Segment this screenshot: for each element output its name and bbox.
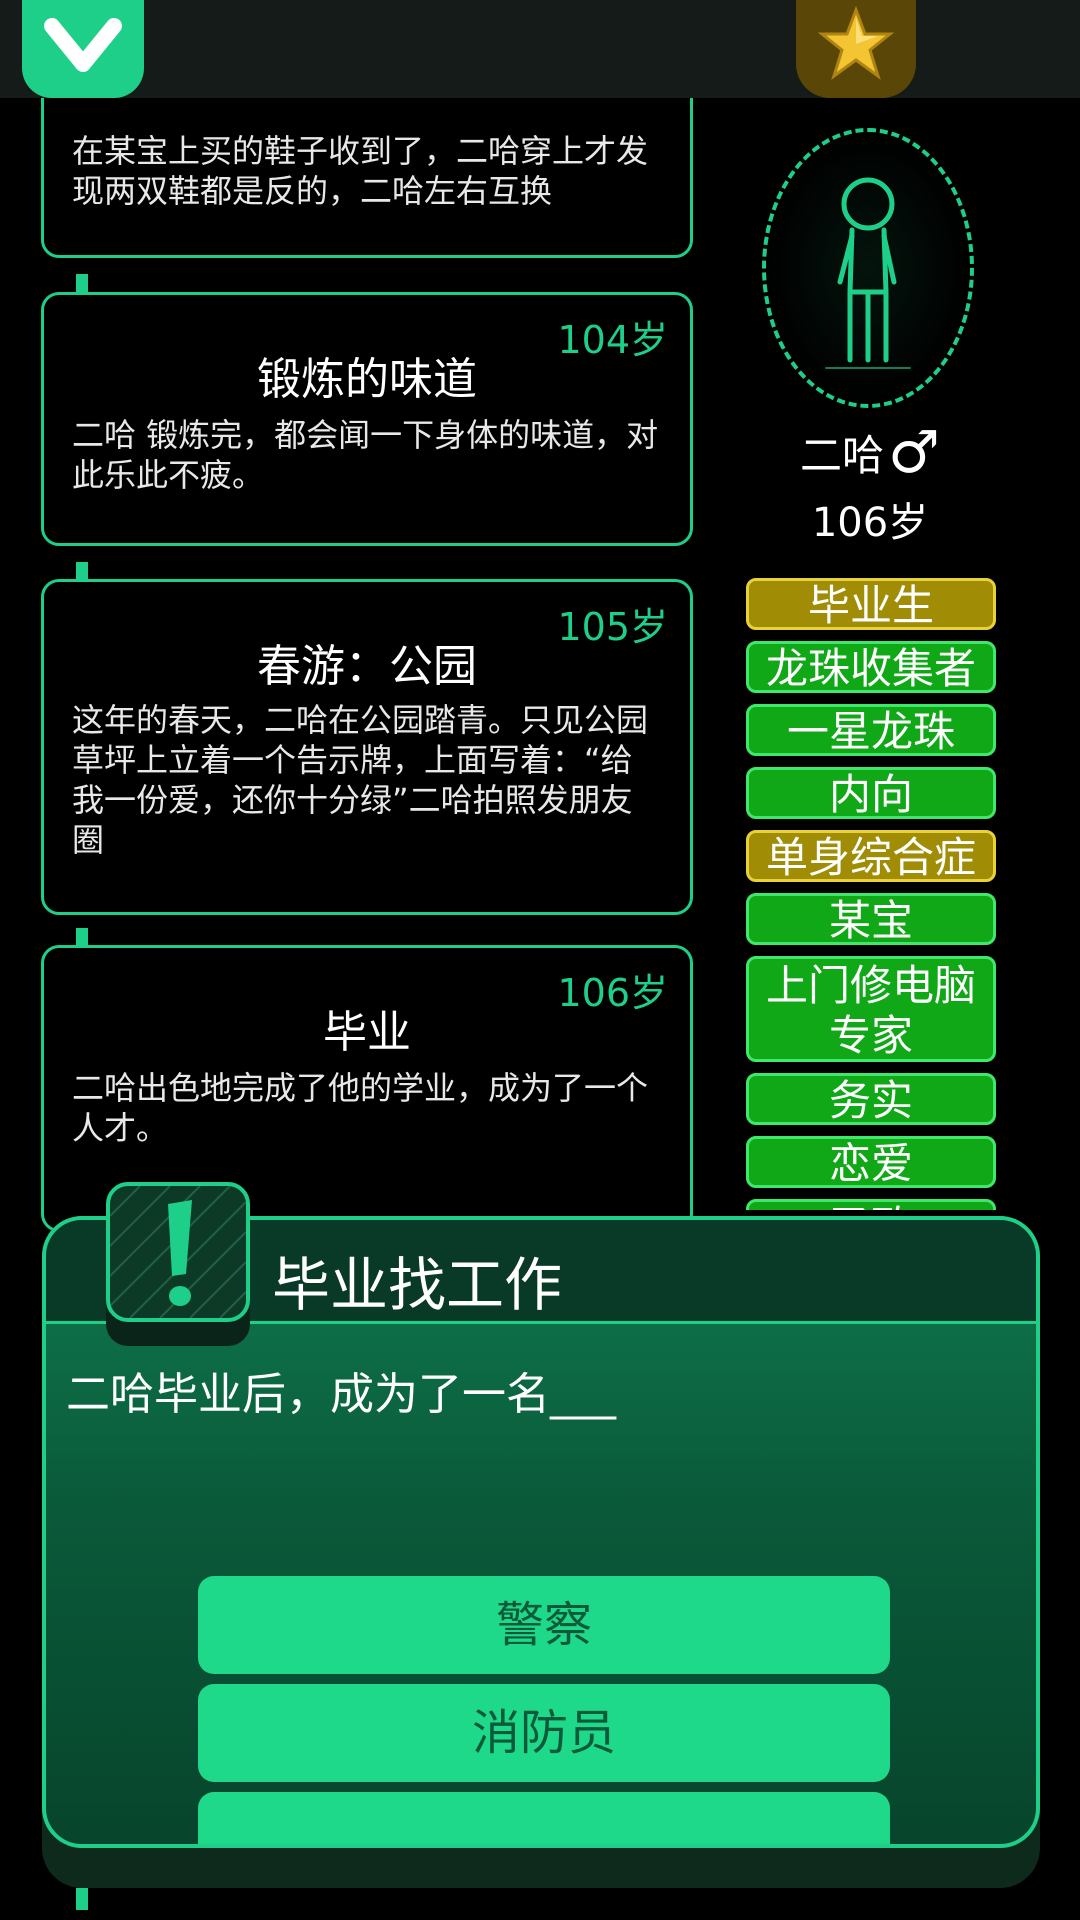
- top-bar: [0, 0, 1080, 98]
- trait-tag[interactable]: 内向: [746, 767, 996, 819]
- trait-tags[interactable]: 毕业生 龙珠收集者 一星龙珠 内向 单身综合症 某宝 上门修电脑专家 务实 恋爱…: [746, 578, 996, 1210]
- chevron-down-icon: [44, 18, 122, 72]
- timeline-connector: [76, 562, 88, 580]
- card-title: 锻炼的味道: [257, 354, 477, 405]
- card-title: 春游：公园: [257, 641, 477, 692]
- trait-tag[interactable]: 圣致: [746, 1199, 996, 1210]
- timeline-card: 105岁 春游：公园 这年的春天，二哈在公园踏青。只见公园草坪上立着一个告示牌，…: [41, 579, 693, 915]
- card-description: 二哈出色地完成了他的学业，成为了一个人才。: [72, 1069, 649, 1147]
- trait-tag[interactable]: 恋爱: [746, 1136, 996, 1188]
- trait-tag[interactable]: 单身综合症: [746, 830, 996, 882]
- event-title: 毕业找工作: [272, 1251, 563, 1319]
- trait-tag[interactable]: 龙珠收集者: [746, 641, 996, 693]
- stick-figure-icon: [825, 177, 911, 369]
- timeline-connector: [76, 274, 88, 292]
- card-description: 在某宝上买的鞋子收到了，二哈穿上才发现两双鞋都是反的，二哈左右互换: [72, 132, 649, 210]
- character-name-row: 二哈 ♂: [800, 418, 1020, 486]
- trait-tag[interactable]: 上门修电脑专家: [746, 956, 996, 1062]
- trait-tag[interactable]: 务实: [746, 1073, 996, 1125]
- timeline-connector: [76, 1888, 88, 1910]
- card-description: 二哈 锻炼完，都会闻一下身体的味道，对此乐此不疲。: [72, 416, 659, 494]
- choice-button[interactable]: 消防员: [198, 1684, 890, 1782]
- alert-badge: [106, 1182, 250, 1322]
- timeline-connector: [76, 928, 88, 946]
- card-description: 这年的春天，二哈在公园踏青。只见公园草坪上立着一个告示牌，上面写着：“给我一份爱…: [72, 701, 649, 859]
- timeline-card: 在某宝上买的鞋子收到了，二哈穿上才发现两双鞋都是反的，二哈左右互换: [41, 98, 693, 258]
- choice-button[interactable]: 警察: [198, 1576, 890, 1674]
- timeline-card: 104岁 锻炼的味道 二哈 锻炼完，都会闻一下身体的味道，对此乐此不疲。: [41, 292, 693, 546]
- trait-tag[interactable]: 毕业生: [746, 578, 996, 630]
- character-avatar[interactable]: [762, 128, 974, 408]
- favorite-button[interactable]: [796, 0, 916, 98]
- event-text: 二哈毕业后，成为了一名___: [66, 1369, 616, 1420]
- star-icon: [818, 6, 894, 80]
- trait-tag[interactable]: 某宝: [746, 893, 996, 945]
- trait-tag[interactable]: 一星龙珠: [746, 704, 996, 756]
- card-title: 毕业: [323, 1007, 411, 1058]
- choice-button[interactable]: [198, 1792, 890, 1844]
- male-gender-icon: ♂: [888, 418, 941, 486]
- collapse-button[interactable]: [22, 0, 144, 98]
- character-age: 106岁: [811, 500, 929, 546]
- exclamation-icon: [110, 1186, 246, 1318]
- character-name: 二哈: [800, 430, 885, 480]
